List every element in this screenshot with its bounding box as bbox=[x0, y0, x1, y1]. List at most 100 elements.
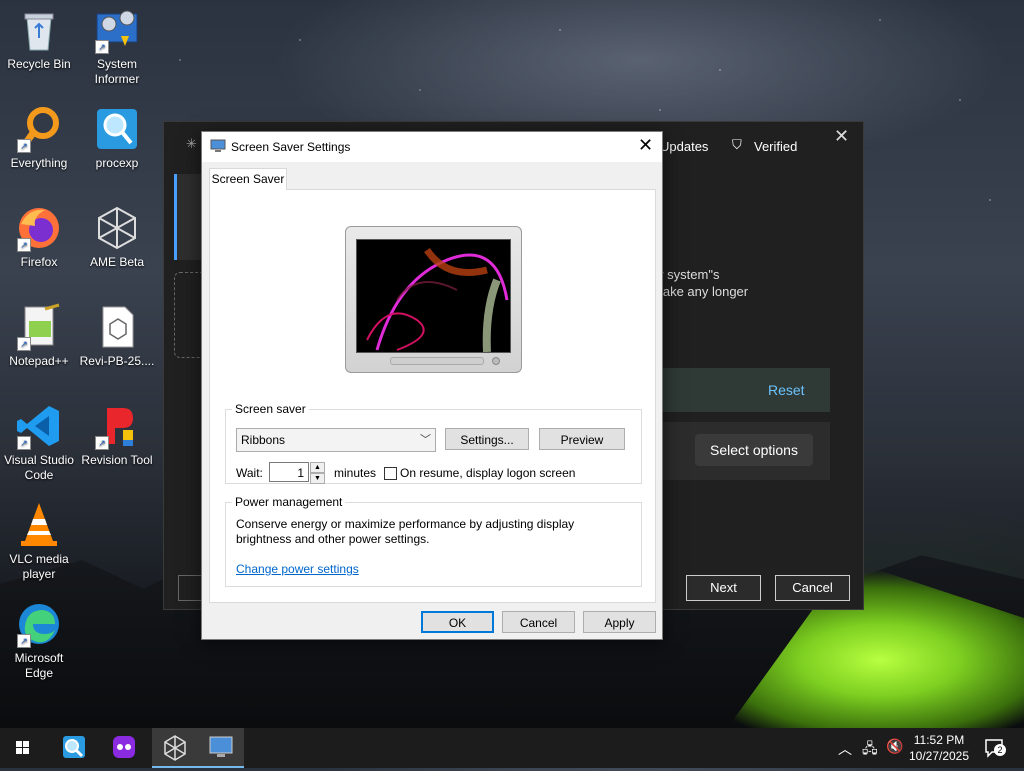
monitor-icon bbox=[209, 736, 233, 757]
desktop-icon-recycle-bin[interactable]: Recycle Bin bbox=[0, 6, 78, 72]
vscode-icon: ↗ bbox=[15, 402, 63, 450]
tab-panel: Screen saver Ribbons ﹀ Settings... Previ… bbox=[209, 189, 656, 603]
change-power-settings-link[interactable]: Change power settings bbox=[236, 562, 359, 576]
monitor-icon bbox=[210, 139, 226, 152]
ame-cube-icon bbox=[93, 204, 141, 252]
tab-verified[interactable]: Verified bbox=[754, 139, 797, 154]
desktop-icon-ame-beta[interactable]: AME Beta bbox=[78, 204, 156, 270]
app-logo-icon: ✳ bbox=[186, 136, 197, 151]
taskbar-screen-saver-settings[interactable] bbox=[198, 728, 244, 768]
desktop-icon-label: Visual Studio Code bbox=[4, 453, 74, 482]
screen-saver-dropdown[interactable]: Ribbons ﹀ bbox=[236, 428, 436, 452]
shortcut-arrow-icon: ↗ bbox=[95, 436, 109, 450]
monitor-power-dot bbox=[492, 357, 500, 365]
ribbons-preview-graphic bbox=[366, 247, 509, 352]
select-options-button[interactable]: Select options bbox=[695, 434, 813, 466]
tab-screen-saver[interactable]: Screen Saver bbox=[209, 168, 287, 190]
vlc-cone-icon bbox=[15, 501, 63, 549]
start-button[interactable] bbox=[0, 728, 46, 768]
edge-icon: ↗ bbox=[15, 600, 63, 648]
shortcut-arrow-icon: ↗ bbox=[95, 40, 109, 54]
reset-button[interactable]: Reset bbox=[768, 382, 805, 398]
verified-shield-icon: ⛉ bbox=[732, 137, 742, 152]
tab-updates[interactable]: Updates bbox=[660, 139, 708, 154]
resume-logon-checkbox[interactable] bbox=[384, 467, 397, 480]
resume-logon-label[interactable]: On resume, display logon screen bbox=[400, 466, 575, 480]
volume-muted-icon[interactable]: 🔇 bbox=[886, 738, 903, 755]
app-mask-icon bbox=[113, 736, 135, 758]
desktop-icon-revi-pb[interactable]: Revi-PB-25.... bbox=[78, 303, 156, 369]
desktop-icon-firefox[interactable]: ↗ Firefox bbox=[0, 204, 78, 270]
dialog-titlebar[interactable]: Screen Saver Settings ✕ bbox=[202, 132, 662, 162]
app-close-icon[interactable]: ✕ bbox=[834, 126, 849, 147]
preview-monitor bbox=[345, 226, 522, 373]
taskbar-app[interactable] bbox=[100, 728, 146, 768]
desktop-icon-vscode[interactable]: ↗ Visual Studio Code bbox=[0, 402, 78, 483]
network-icon[interactable]: 🖧 bbox=[862, 738, 878, 762]
desktop-icon-label: Revi-PB-25.... bbox=[79, 354, 155, 368]
apply-button[interactable]: Apply bbox=[583, 611, 656, 633]
preview-screen bbox=[356, 239, 511, 353]
everything-search-icon: ↗ bbox=[15, 105, 63, 153]
taskbar-ame-beta[interactable] bbox=[152, 728, 198, 768]
procexp-icon bbox=[93, 105, 141, 153]
power-description: Conserve energy or maximize performance … bbox=[236, 517, 574, 547]
app-option-row: Select options bbox=[644, 422, 830, 480]
spin-down-icon[interactable]: ▼ bbox=[310, 473, 325, 484]
screen-saver-dialog: Screen Saver Settings ✕ Screen Saver Scr… bbox=[201, 131, 663, 640]
windows-logo-icon bbox=[16, 741, 29, 754]
power-description-line: brightness and other power settings. bbox=[236, 532, 430, 546]
shortcut-arrow-icon: ↗ bbox=[17, 436, 31, 450]
app-left-nav-item[interactable] bbox=[174, 174, 201, 260]
app-option-row: d Reset bbox=[644, 368, 830, 412]
desktop-icon-revision-tool[interactable]: ↗ Revision Tool bbox=[78, 402, 156, 468]
wait-minutes-input[interactable]: 1 bbox=[269, 462, 309, 482]
app-description-line: t take any longer bbox=[652, 284, 749, 299]
desktop-icon-label: Everything bbox=[10, 156, 68, 170]
recycle-bin-icon bbox=[15, 6, 63, 54]
tray-clock[interactable]: 11:52 PM 10/27/2025 bbox=[906, 732, 972, 764]
notification-center-icon[interactable]: 2 bbox=[984, 738, 1006, 758]
screen-saver-group: Screen saver Ribbons ﹀ Settings... Previ… bbox=[225, 402, 642, 484]
power-management-label: Power management bbox=[235, 495, 343, 509]
desktop-icon-label: VLC media player bbox=[9, 552, 69, 581]
desktop-icon-procexp[interactable]: procexp bbox=[78, 105, 156, 171]
notepadpp-icon: ↗ bbox=[15, 303, 63, 351]
procexp-icon bbox=[63, 736, 85, 758]
desktop-icon-vlc[interactable]: VLC media player bbox=[0, 501, 78, 582]
desktop-icon-label: Firefox bbox=[20, 255, 58, 269]
system-informer-icon: ↗ bbox=[93, 6, 141, 54]
notification-count-badge: 2 bbox=[994, 744, 1006, 756]
firefox-icon: ↗ bbox=[15, 204, 63, 252]
ame-cube-icon bbox=[164, 735, 186, 761]
preview-button[interactable]: Preview bbox=[539, 428, 625, 450]
settings-button[interactable]: Settings... bbox=[445, 428, 529, 450]
dialog-title: Screen Saver Settings bbox=[231, 140, 351, 154]
tray-overflow-chevron-icon[interactable]: ︿ bbox=[838, 739, 852, 759]
spin-up-icon[interactable]: ▲ bbox=[310, 462, 325, 473]
revision-tool-icon: ↗ bbox=[93, 402, 141, 450]
desktop-icon-label: System Informer bbox=[94, 57, 140, 86]
app-description-line: ur system"s bbox=[652, 267, 720, 282]
desktop-icon-notepadpp[interactable]: ↗ Notepad++ bbox=[0, 303, 78, 369]
shortcut-arrow-icon: ↗ bbox=[17, 238, 31, 252]
desktop-icon-label: AME Beta bbox=[89, 255, 145, 269]
ok-button[interactable]: OK bbox=[421, 611, 494, 633]
tray-date: 10/27/2025 bbox=[908, 749, 970, 763]
desktop-icon-label: Microsoft Edge bbox=[14, 651, 64, 680]
minutes-label: minutes bbox=[334, 466, 377, 480]
desktop-icon-system-informer[interactable]: ↗ System Informer bbox=[78, 6, 156, 87]
app-cancel-button[interactable]: Cancel bbox=[775, 575, 850, 601]
next-button[interactable]: Next bbox=[686, 575, 761, 601]
shortcut-arrow-icon: ↗ bbox=[17, 337, 31, 351]
desktop-icon-everything[interactable]: ↗ Everything bbox=[0, 105, 78, 171]
shortcut-arrow-icon: ↗ bbox=[17, 634, 31, 648]
wait-spinner[interactable]: ▲ ▼ bbox=[310, 462, 325, 484]
dialog-close-icon[interactable]: ✕ bbox=[638, 135, 653, 156]
taskbar-procexp[interactable] bbox=[50, 728, 96, 768]
desktop-icon-edge[interactable]: ↗ Microsoft Edge bbox=[0, 600, 78, 681]
file-icon bbox=[93, 303, 141, 351]
cancel-button[interactable]: Cancel bbox=[502, 611, 575, 633]
taskbar: ︿ 🖧 🔇 11:52 PM 10/27/2025 2 bbox=[0, 728, 1024, 768]
screen-saver-selected: Ribbons bbox=[241, 433, 286, 447]
